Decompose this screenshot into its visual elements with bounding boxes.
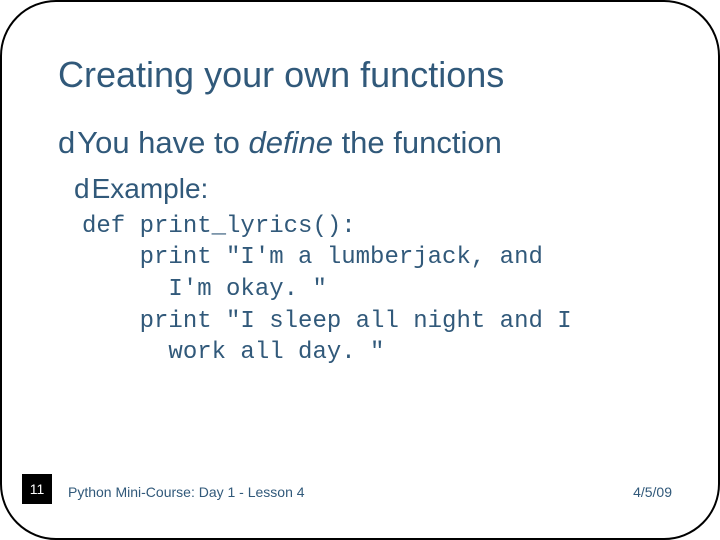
bullet1-text-post: the function [333, 125, 502, 160]
bullet1-text-pre: You have to [77, 125, 248, 160]
footer-date: 4/5/09 [633, 484, 672, 500]
bullet-level-2: dExample: [74, 173, 662, 205]
footer-course-label: Python Mini-Course: Day 1 - Lesson 4 [68, 484, 305, 500]
bullet-icon: d [58, 125, 75, 160]
code-block: def print_lyrics(): print "I'm a lumberj… [82, 211, 662, 369]
bullet1-text-em: define [248, 125, 332, 160]
slide-frame: Creating your own functions dYou have to… [0, 0, 720, 540]
slide-title: Creating your own functions [58, 54, 662, 96]
bullet2-text: Example: [92, 173, 209, 204]
bullet-level-1: dYou have to define the function [58, 124, 662, 163]
bullet-icon: d [74, 173, 90, 204]
page-number-badge: 11 [22, 474, 52, 504]
page-number: 11 [30, 481, 45, 497]
